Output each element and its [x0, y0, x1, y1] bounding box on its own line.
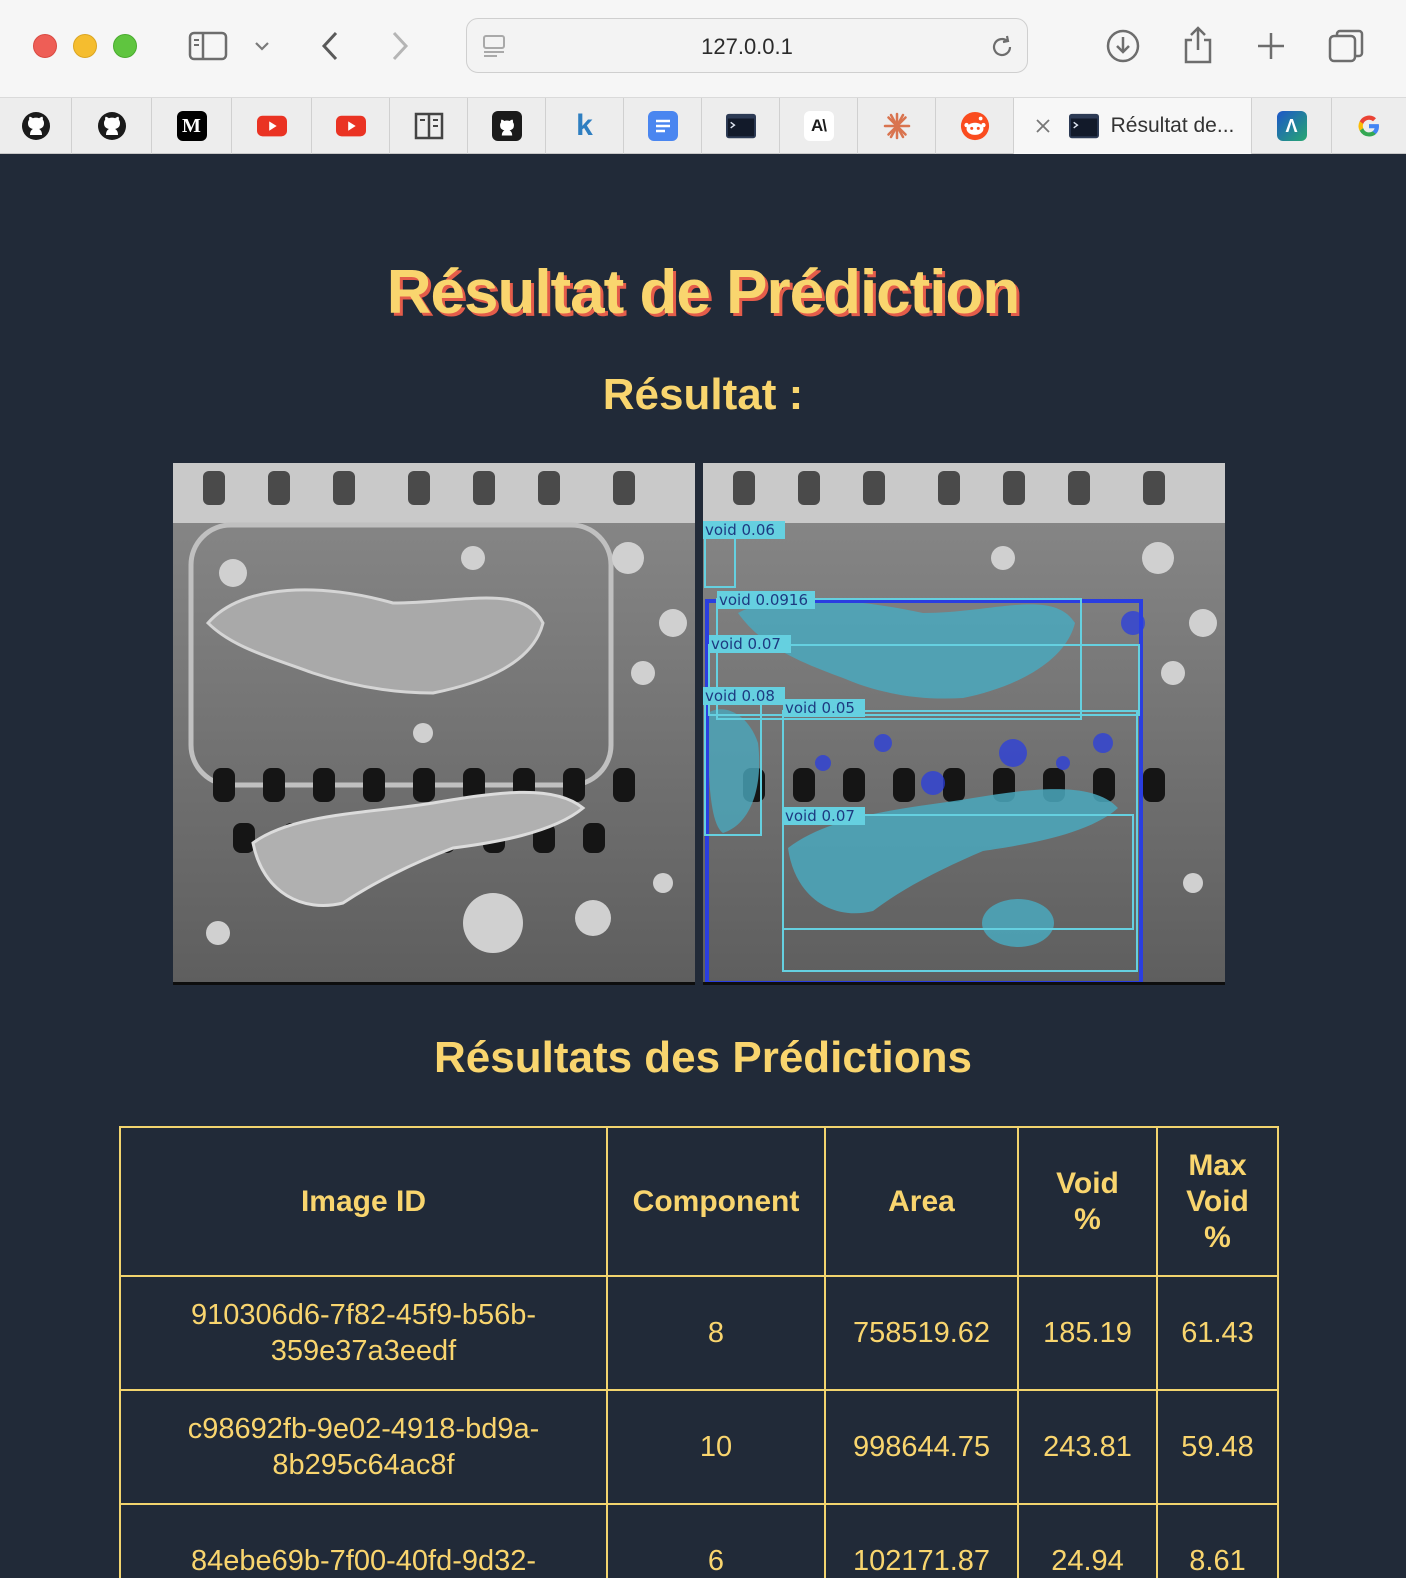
tab-arc[interactable]: Λ	[1252, 98, 1332, 154]
reddit-icon	[960, 111, 990, 141]
forward-icon[interactable]	[384, 26, 416, 66]
terminal-icon	[1068, 111, 1099, 141]
active-tab-title: Résultat de...	[1110, 114, 1235, 137]
youtube-icon	[256, 111, 287, 141]
tab-reddit[interactable]	[936, 98, 1014, 154]
table-row: 84ebe69b-7f00-40fd-9d32- 6 102171.87 24.…	[119, 1503, 1279, 1578]
tab-k[interactable]: k	[546, 98, 624, 154]
prediction-overlay-svg: void 0.06 void 0.0916 void 0.07 void 0.0…	[703, 463, 1225, 982]
arc-icon: Λ	[1276, 111, 1307, 141]
minimize-window-button[interactable]	[73, 34, 97, 58]
tab-claude[interactable]	[858, 98, 936, 154]
predictions-heading: Résultats des Prédictions	[434, 1033, 972, 1082]
header-max-void-percent: Max Void %	[1156, 1126, 1279, 1277]
tab-medium[interactable]: M	[152, 98, 232, 154]
cell-area: 758519.62	[824, 1275, 1019, 1391]
cell-void-percent: 243.81	[1017, 1389, 1158, 1505]
cell-area: 102171.87	[824, 1503, 1019, 1578]
terminal-icon	[725, 111, 756, 141]
result-heading: Résultat :	[602, 370, 804, 419]
browser-toolbar: 127.0.0.1	[0, 0, 1406, 98]
cell-void-percent: 24.94	[1017, 1503, 1158, 1578]
cell-component: 10	[606, 1389, 826, 1505]
anthropic-icon: A\	[803, 111, 834, 141]
page-title: Résultat de Prédiction	[386, 258, 1021, 327]
back-icon[interactable]	[314, 26, 346, 66]
detection-label-1: void 0.06	[705, 521, 775, 539]
reader-icon	[414, 111, 444, 141]
predictions-table: Image ID Component Area Void % Max Void …	[119, 1126, 1279, 1578]
tab-docs[interactable]	[624, 98, 702, 154]
detection-label-2: void 0.0916	[719, 591, 808, 609]
close-window-button[interactable]	[33, 34, 57, 58]
cell-void-percent: 185.19	[1017, 1275, 1158, 1391]
header-void-percent: Void %	[1017, 1126, 1158, 1277]
detection-label-4: void 0.08	[705, 687, 775, 705]
sidebar-toggle-icon[interactable]	[186, 28, 230, 64]
detection-label-6: void 0.07	[785, 807, 855, 825]
cell-image-id: 910306d6-7f82-45f9-b56b-359e37a3eedf	[119, 1275, 608, 1391]
tab-github[interactable]	[0, 98, 72, 154]
medium-icon: M	[176, 111, 207, 141]
header-area: Area	[824, 1126, 1019, 1277]
zoom-window-button[interactable]	[113, 34, 137, 58]
cell-image-id: 84ebe69b-7f00-40fd-9d32-	[119, 1503, 608, 1578]
cell-area: 998644.75	[824, 1389, 1019, 1505]
google-icon	[1354, 111, 1384, 141]
cell-max-void-percent: 59.48	[1156, 1389, 1279, 1505]
header-component: Component	[606, 1126, 826, 1277]
cell-component: 6	[606, 1503, 826, 1578]
github-icon	[491, 111, 522, 141]
tab-youtube[interactable]	[232, 98, 312, 154]
tab-google[interactable]	[1332, 98, 1406, 154]
url-text: 127.0.0.1	[701, 34, 793, 59]
github-icon	[97, 111, 127, 141]
tab-anthropic[interactable]: A\	[780, 98, 858, 154]
new-tab-icon[interactable]	[1251, 26, 1291, 66]
chevron-down-icon[interactable]	[250, 34, 274, 58]
download-icon[interactable]	[1103, 26, 1143, 66]
share-icon[interactable]	[1178, 22, 1218, 68]
page-content: Résultat de Prédiction Résultat : void 0…	[0, 155, 1406, 1578]
tab-active-result[interactable]: Résultat de...	[1014, 98, 1252, 154]
tab-bar: M k A\ Résultat de... Λ	[0, 98, 1406, 154]
table-row: 910306d6-7f82-45f9-b56b-359e37a3eedf 8 7…	[119, 1275, 1279, 1391]
asterisk-icon	[882, 111, 912, 141]
table-header-row: Image ID Component Area Void % Max Void …	[119, 1126, 1279, 1277]
table-row: c98692fb-9e02-4918-bd9a-8b295c64ac8f 10 …	[119, 1389, 1279, 1505]
detection-label-3: void 0.07	[711, 635, 781, 653]
close-tab-icon[interactable]	[1031, 114, 1055, 138]
tab-github-2[interactable]	[72, 98, 152, 154]
tab-github-3[interactable]	[468, 98, 546, 154]
tab-reader[interactable]	[390, 98, 468, 154]
address-bar[interactable]: 127.0.0.1	[466, 18, 1028, 73]
k-icon: k	[576, 109, 593, 142]
tab-youtube-2[interactable]	[312, 98, 390, 154]
docs-icon	[647, 111, 678, 141]
original-xray-image	[173, 463, 695, 985]
github-icon	[21, 111, 51, 141]
tab-terminal[interactable]	[702, 98, 780, 154]
cell-max-void-percent: 8.61	[1156, 1503, 1279, 1578]
header-image-id: Image ID	[119, 1126, 608, 1277]
cell-component: 8	[606, 1275, 826, 1391]
detection-label-5: void 0.05	[785, 699, 855, 717]
youtube-icon	[335, 111, 366, 141]
cell-max-void-percent: 61.43	[1156, 1275, 1279, 1391]
cell-image-id: c98692fb-9e02-4918-bd9a-8b295c64ac8f	[119, 1389, 608, 1505]
reload-icon[interactable]	[987, 32, 1017, 62]
tab-overview-icon[interactable]	[1326, 26, 1366, 66]
prediction-xray-image: void 0.06 void 0.0916 void 0.07 void 0.0…	[703, 463, 1225, 985]
